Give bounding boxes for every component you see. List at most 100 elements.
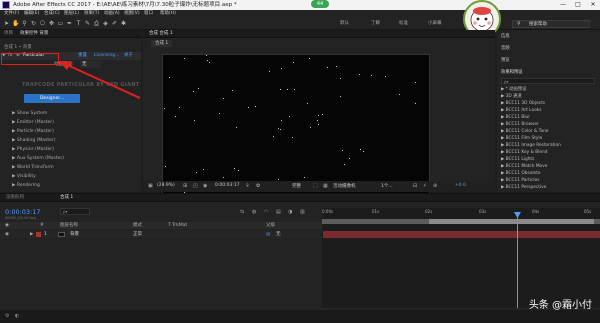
parent-pickwhip-icon[interactable]: @ (266, 231, 271, 238)
menu-help[interactable]: 帮助(H) (160, 10, 176, 18)
menu-window[interactable]: 窗口 (144, 10, 153, 18)
views-select[interactable]: 1个... (381, 183, 393, 189)
licensing-link[interactable]: Licensing... (94, 52, 119, 60)
effects-presets-header[interactable]: 效果和预设 (501, 70, 522, 77)
close-button[interactable]: ✕ (586, 0, 600, 10)
show-channel-icon[interactable]: ✿ (256, 183, 260, 189)
audio-panel-header[interactable]: 音频 (501, 46, 510, 53)
camera-snapshot-icon[interactable]: ⌾ (246, 183, 249, 189)
grid-icon[interactable]: ⊞ (183, 183, 187, 189)
preset-item[interactable]: ▶ BCC11 Lights (501, 157, 534, 164)
shy-layers-icon[interactable]: ◠ (264, 209, 268, 215)
preset-item[interactable]: ▶ 3D 通道 (501, 94, 522, 101)
menu-effect[interactable]: 效果(T) (84, 10, 99, 18)
snapshot-icon[interactable]: ◉ (203, 183, 207, 189)
designer-button[interactable]: Designer... (24, 94, 80, 103)
group-visibility[interactable]: ▶ Visibility (12, 173, 153, 180)
toggle-icon[interactable]: ⊟ (413, 183, 417, 189)
comp-flowchart-icon[interactable]: ⇆ (240, 209, 244, 215)
help-search-input[interactable]: ⚲ 搜索帮助 (512, 20, 590, 28)
layer-name[interactable]: 背景 (70, 231, 79, 238)
resolution-select[interactable]: 完整 (292, 183, 301, 189)
mask-icon[interactable]: ◰ (193, 183, 198, 189)
layer-eye-icon[interactable]: ◉ (5, 231, 9, 238)
preset-item[interactable]: ▶ BCC11 3D Objects (501, 101, 545, 108)
menu-edit[interactable]: 编辑(E) (24, 10, 39, 18)
camera-select[interactable]: 活动摄像机 (333, 183, 356, 189)
preset-item[interactable]: ▶ BCC11 Obsolete (501, 171, 541, 178)
work-area-bar[interactable] (429, 219, 594, 224)
menu-animation[interactable]: 动画(A) (104, 10, 120, 18)
exposure-value[interactable]: +0.0 (455, 183, 466, 188)
group-aux-system[interactable]: ▶ Aux System (Master) (12, 155, 153, 162)
brush-tool-icon[interactable]: ✎ (84, 20, 91, 27)
reset-link[interactable]: 重置 (78, 52, 87, 60)
frame-blending-icon[interactable]: ▤ (276, 209, 281, 215)
preset-item[interactable]: ▶ BCC11 Film Style (501, 136, 542, 143)
preset-item[interactable]: ▶ BCC11 Image Restoration (501, 143, 561, 150)
rotate-tool-icon[interactable]: ↻ (30, 20, 37, 27)
workspace-standard[interactable]: 标准 (399, 19, 408, 29)
eraser-tool-icon[interactable]: ◈ (102, 20, 109, 27)
workspace-small-screen[interactable]: 小屏幕 (428, 19, 442, 29)
group-emitter[interactable]: ▶ Emitter (Master) (12, 119, 153, 126)
col-layer-name[interactable]: 图层名称 (60, 222, 78, 229)
group-rendering[interactable]: ▶ Rendering (12, 182, 153, 189)
preset-item[interactable]: ▶ BCC11 Particles (501, 178, 540, 185)
layer-expand-icon[interactable]: ▶ (30, 231, 33, 238)
text-tool-icon[interactable]: T (75, 20, 82, 27)
graph-editor-icon[interactable]: ▥ (300, 209, 305, 215)
preset-item[interactable]: ▶ BCC11 Perspective (501, 185, 546, 192)
effects-search-input[interactable]: ρ▾ (501, 78, 595, 84)
workspace-default[interactable]: 默认 (340, 19, 349, 29)
preset-item[interactable]: ▶ BCC11 Match Move (501, 164, 547, 171)
tab-comp-1[interactable]: 合成 1 (60, 194, 73, 202)
puppet-tool-icon[interactable]: ✱ (120, 20, 127, 27)
maximize-button[interactable]: □ (571, 0, 585, 10)
info-panel-header[interactable]: 信息 (501, 34, 510, 41)
comp-timecode[interactable]: 0:00:03:17 (215, 183, 240, 188)
layer-search-input[interactable]: ρ▾ (60, 208, 90, 215)
menu-file[interactable]: 文件(F) (4, 10, 19, 18)
layer-label-color-icon[interactable] (36, 232, 41, 237)
group-show-system[interactable]: ▶ Show System (12, 110, 153, 117)
toggle-switches-icon[interactable]: ⚙ (5, 313, 9, 319)
group-world-transform[interactable]: ▶ World Transform (12, 164, 153, 171)
toggle-modes-icon[interactable]: ◐ (15, 313, 19, 319)
selection-tool-icon[interactable]: ➤ (3, 20, 10, 27)
preset-item[interactable]: ▶ BCC11 Color & Tone (501, 129, 549, 136)
preset-item[interactable]: ▶ * 动画预设 (501, 87, 526, 94)
zoom-tool-icon[interactable]: ⚲ (21, 20, 28, 27)
transparency-grid-icon[interactable]: ▦ (323, 183, 328, 189)
about-link[interactable]: 关于 (124, 52, 133, 60)
layer-row[interactable]: ◉ ▶ 1 背景 正常 @ 无 (0, 231, 322, 238)
pan-behind-tool-icon[interactable]: ✥ (48, 20, 55, 27)
preview-panel-header[interactable]: 预览 (501, 58, 510, 65)
group-particle[interactable]: ▶ Particle (Master) (12, 128, 153, 135)
menu-layer[interactable]: 图层(L) (64, 10, 79, 18)
rectangle-tool-icon[interactable]: ▭ (57, 20, 64, 27)
preset-item[interactable]: ▶ BCC11 Key & Blend (501, 150, 548, 157)
flowchart-icon[interactable]: ⊕ (433, 183, 437, 189)
tab-effect-controls[interactable]: 效果控件 背景 (20, 30, 48, 38)
layer-parent-select[interactable]: 无 (276, 231, 281, 238)
menu-composition[interactable]: 合成(C) (44, 10, 60, 18)
region-of-interest-icon[interactable]: ⬚ (313, 183, 318, 189)
preset-item[interactable]: ▶ BCC11 Browser (501, 122, 539, 129)
time-ruler[interactable]: 0:00s 01s 02s 03s 04s 05s (322, 209, 600, 218)
pen-tool-icon[interactable]: ✒ (66, 20, 73, 27)
roto-brush-tool-icon[interactable]: ✐ (111, 20, 118, 27)
stamp-tool-icon[interactable]: ⎙ (93, 20, 100, 27)
layer-mode-select[interactable]: 正常 (133, 231, 142, 238)
magnification-icon[interactable]: ▣ (148, 183, 153, 189)
minimize-button[interactable]: — (556, 0, 570, 10)
current-time-indicator[interactable] (517, 212, 518, 308)
motion-blur-icon[interactable]: ◑ (288, 209, 292, 215)
timeline-timecode[interactable]: 0:00:03:17 (5, 208, 41, 216)
draft-3d-icon[interactable]: ◍ (252, 209, 256, 215)
preset-item[interactable]: ▶ BCC11 Art Looks (501, 108, 541, 115)
zoom-select[interactable]: (28.9%) (157, 183, 175, 188)
camera-tool-icon[interactable]: ⎔ (39, 20, 46, 27)
workspace-learn[interactable]: 了解 (371, 19, 380, 29)
tab-composition[interactable]: 合成 合成 1 (149, 30, 173, 38)
